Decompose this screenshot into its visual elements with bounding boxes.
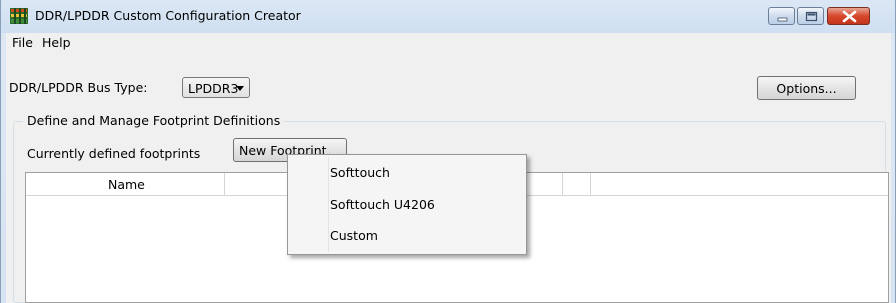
close-icon bbox=[842, 10, 857, 23]
bus-type-select[interactable]: LPDDR3 bbox=[182, 77, 250, 98]
minimize-icon bbox=[777, 17, 788, 22]
chevron-down-icon bbox=[236, 86, 244, 91]
app-icon bbox=[10, 8, 28, 24]
column-header-name[interactable]: Name bbox=[26, 173, 225, 195]
maximize-icon bbox=[805, 11, 818, 22]
window-title: DDR/LPDDR Custom Configuration Creator bbox=[35, 8, 301, 23]
menu-item-softtouch-u4206[interactable]: Softtouch U4206 bbox=[330, 197, 435, 212]
options-button[interactable]: Options... bbox=[757, 76, 856, 100]
menu-file[interactable]: File bbox=[9, 35, 36, 50]
bus-type-value: LPDDR3 bbox=[188, 81, 239, 96]
groupbox-title: Define and Manage Footprint Definitions bbox=[23, 113, 285, 128]
minimize-button[interactable] bbox=[768, 7, 795, 25]
menu-item-custom[interactable]: Custom bbox=[330, 228, 378, 243]
column-divider[interactable] bbox=[562, 173, 563, 195]
close-button[interactable] bbox=[827, 7, 870, 25]
menu-help[interactable]: Help bbox=[39, 35, 74, 50]
app-window: DDR/LPDDR Custom Configuration Creator F… bbox=[0, 0, 896, 303]
bus-type-label: DDR/LPDDR Bus Type: bbox=[9, 80, 148, 95]
menu-gutter bbox=[328, 157, 329, 252]
footprints-label: Currently defined footprints bbox=[27, 146, 201, 161]
menu-bar: File Help bbox=[6, 33, 891, 53]
maximize-button[interactable] bbox=[797, 7, 824, 25]
new-footprint-menu: Softtouch Softtouch U4206 Custom bbox=[287, 154, 527, 255]
title-bar[interactable]: DDR/LPDDR Custom Configuration Creator bbox=[1, 0, 895, 33]
menu-item-softtouch[interactable]: Softtouch bbox=[330, 165, 390, 180]
column-divider[interactable] bbox=[590, 173, 591, 195]
